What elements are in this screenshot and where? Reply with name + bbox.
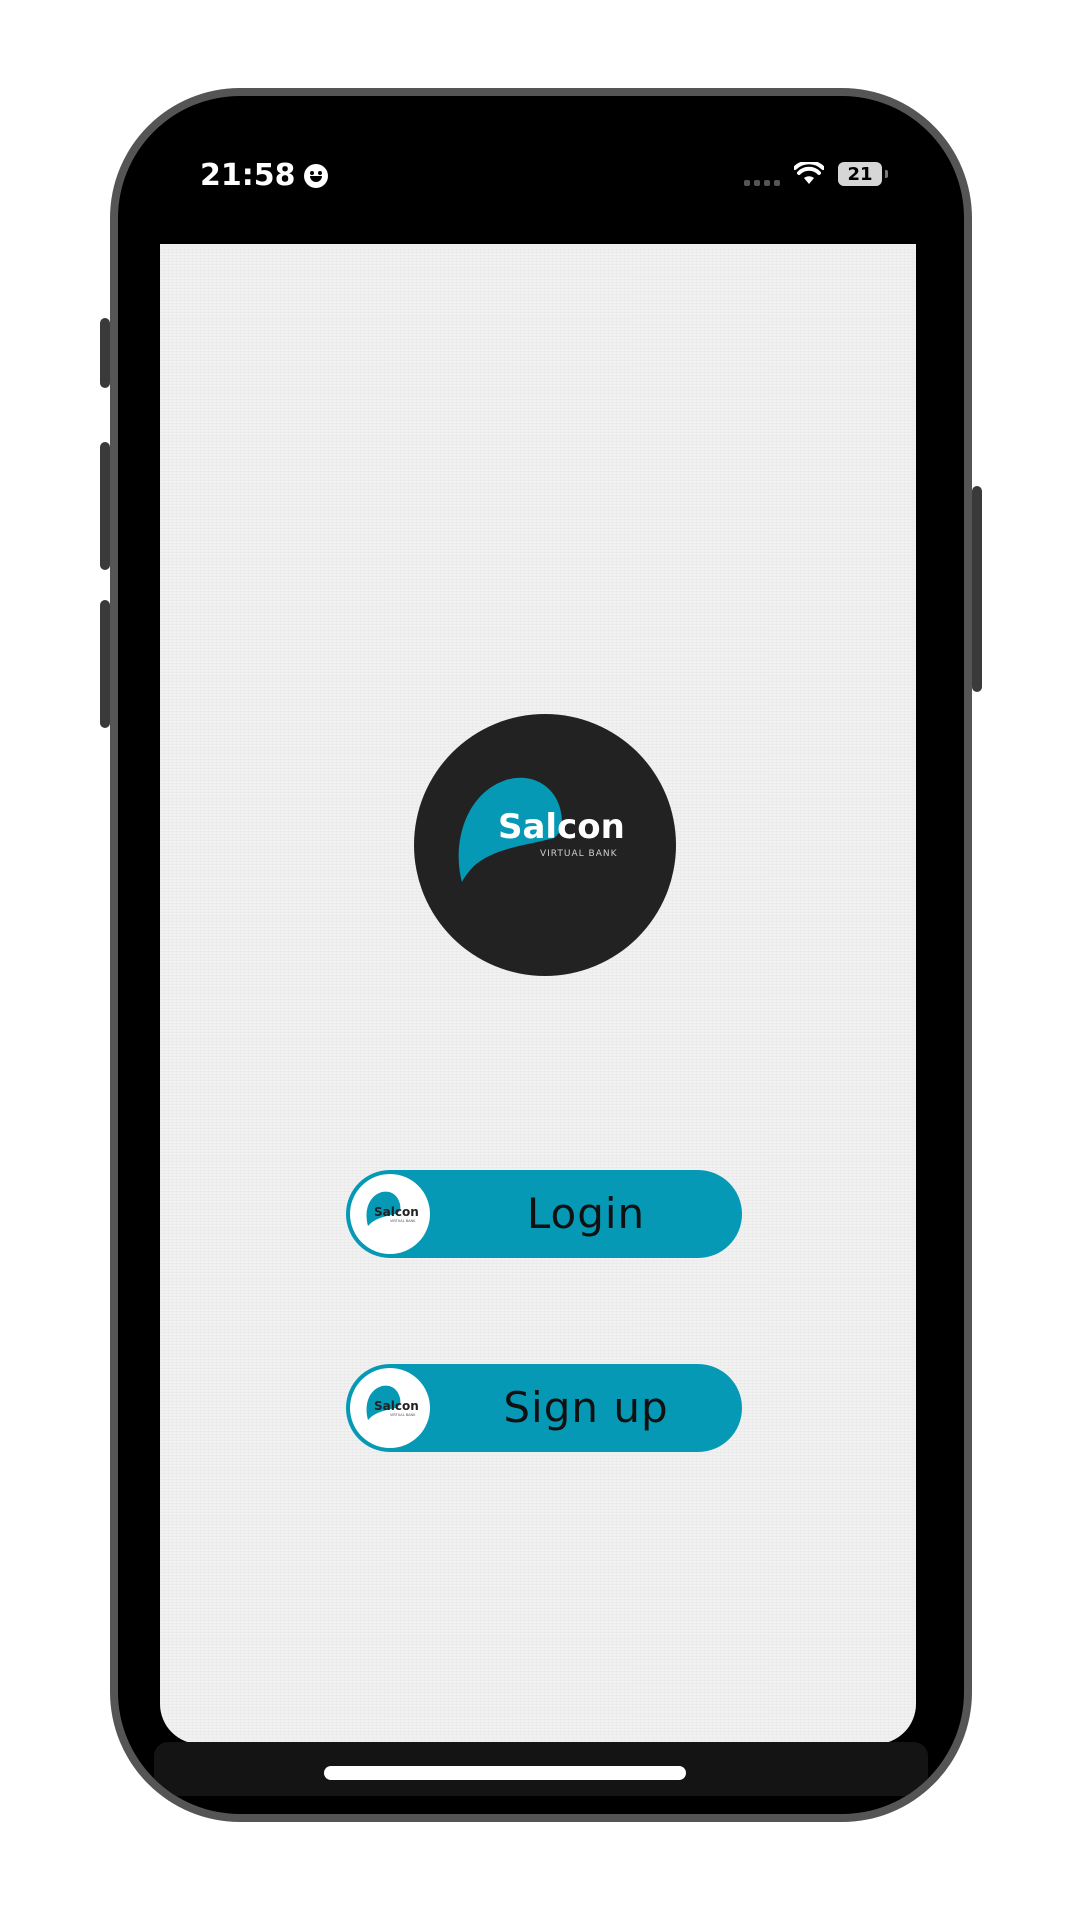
salcon-logo: Salcon VIRTUAL BANK [414,714,676,976]
smiley-face-icon [303,163,328,188]
time-label: 21:58 [200,158,296,193]
badge-tagline-text: VIRTUAL BANK [390,1219,416,1223]
signup-button[interactable]: Salcon VIRTUAL BANK Sign up [346,1364,742,1452]
battery-level: 21 [847,163,873,185]
cellular-signal-icon [744,162,780,186]
phone-bezel: 21:58 21 Salcon VIRTUAL BANK Salcon VIRT… [118,96,964,1814]
signup-badge: Salcon VIRTUAL BANK [350,1368,430,1448]
login-badge: Salcon VIRTUAL BANK [350,1174,430,1254]
status-bar-time: 21:58 [200,158,328,193]
battery-icon: 21 [838,162,888,186]
action-button[interactable] [100,318,110,388]
salcon-logo-mark-icon: Salcon VIRTUAL BANK [458,777,625,882]
power-button[interactable] [972,486,982,692]
status-bar-indicators: 21 [744,162,888,186]
login-button[interactable]: Salcon VIRTUAL BANK Login [346,1170,742,1258]
volume-down-button[interactable] [100,600,110,728]
signup-button-label: Sign up [503,1383,669,1432]
login-button-label: Login [526,1189,646,1238]
app-screen: Salcon VIRTUAL BANK Salcon VIRTUAL BANK … [160,244,916,1744]
badge-brand-text: Salcon [374,1205,419,1219]
badge-brand-text: Salcon [374,1399,419,1413]
wifi-icon [794,162,824,184]
badge-tagline-text: VIRTUAL BANK [390,1413,416,1417]
salcon-badge-icon: Salcon VIRTUAL BANK [366,1191,419,1226]
logo-tagline-text: VIRTUAL BANK [540,849,618,859]
logo-brand-text: Salcon [498,807,625,847]
salcon-badge-icon: Salcon VIRTUAL BANK [366,1385,419,1420]
phone-frame: 21:58 21 Salcon VIRTUAL BANK Salcon VIRT… [110,88,972,1822]
home-indicator[interactable] [324,1766,686,1780]
volume-up-button[interactable] [100,442,110,570]
